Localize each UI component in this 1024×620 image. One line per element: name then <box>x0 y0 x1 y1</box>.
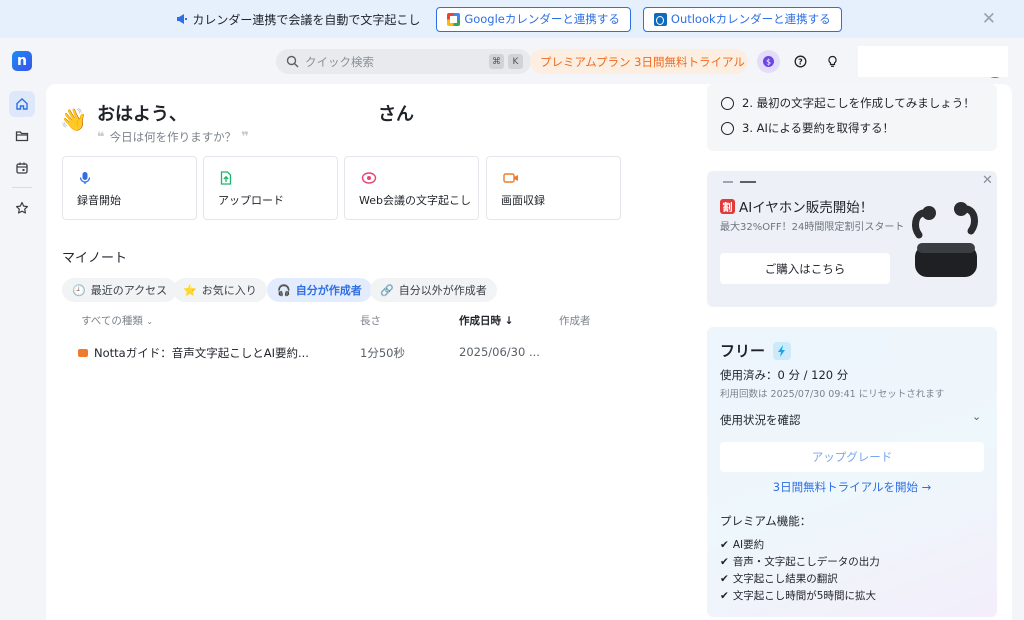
check-icon: ✔ <box>720 538 729 551</box>
lightning-icon <box>773 341 792 360</box>
purchase-button[interactable]: ご購入はこちら <box>720 253 890 284</box>
link-icon: 🔗 <box>380 283 394 297</box>
clock-icon: 🕘 <box>72 283 86 297</box>
web-meeting-card[interactable]: Web会議の文字起こし <box>344 156 479 220</box>
premium-trial-pill[interactable]: プレミアムプラン 3日間無料トライアル <box>530 49 748 74</box>
record-card[interactable]: 録音開始 <box>62 156 197 220</box>
sidebar-calendar[interactable] <box>9 155 35 181</box>
chevron-down-icon: ⌄ <box>146 317 153 326</box>
upgrade-button[interactable]: アップグレード <box>720 442 984 472</box>
megaphone-icon <box>177 14 188 24</box>
meeting-icon <box>361 172 377 184</box>
filter-favorites[interactable]: ⭐ お気に入り <box>173 278 267 302</box>
promo-close-icon[interactable]: ✕ <box>982 173 993 188</box>
note-title: Nottaガイド：音声文字起こしとAI要約... <box>94 346 309 360</box>
promo-title: 割 AIイヤホン販売開始！ <box>720 196 873 216</box>
reset-text: 利用回数は 2025/07/30 09:41 にリセットされます <box>720 389 945 400</box>
check-icon: ✔ <box>720 589 729 602</box>
folder-icon <box>15 131 29 142</box>
calendar-icon <box>16 162 28 174</box>
feature-item: ✔ AI要約 <box>720 538 765 552</box>
calendar-banner: カレンダー連携で会議を自動で文字起こし Googleカレンダーと連携する Out… <box>0 0 1024 38</box>
sidebar-folders[interactable] <box>9 123 35 149</box>
check-icon: ✔ <box>720 572 729 585</box>
circle-icon <box>721 121 734 135</box>
banner-close-icon[interactable]: ✕ <box>982 9 996 29</box>
column-creator[interactable]: 作成者 <box>559 313 591 328</box>
outlook-calendar-button[interactable]: Outlookカレンダーと連携する <box>642 6 842 32</box>
premium-features-title: プレミアム機能： <box>720 514 812 528</box>
chevron-down-icon[interactable]: ⌄ <box>972 410 981 423</box>
quote-open-icon: ❝ <box>97 129 105 145</box>
my-notes-title: マイノート <box>62 251 128 266</box>
microphone-icon <box>79 172 91 184</box>
shortcut-k: K <box>508 54 523 69</box>
sort-down-icon: ↓ <box>504 315 514 327</box>
greeting-suffix: さん <box>378 104 414 125</box>
star-icon: ⭐ <box>183 283 197 297</box>
upload-card[interactable]: アップロード <box>203 156 338 220</box>
outlook-icon <box>653 12 667 26</box>
start-trial-link[interactable]: 3日間無料トライアルを開始 → <box>720 479 984 495</box>
carousel-dot[interactable] <box>723 181 733 183</box>
feature-item: ✔ 音声・文字起こしデータの出力 <box>720 555 880 569</box>
svg-text:?: ? <box>798 57 803 66</box>
circle-icon <box>721 96 734 110</box>
quote-close-icon: ❞ <box>241 129 249 145</box>
usage-text: 使用済み：0 分 / 120 分 <box>720 368 849 382</box>
headphones-icon: 🎧 <box>277 283 291 297</box>
coin-button[interactable]: $ <box>757 50 780 73</box>
sidebar-home[interactable] <box>9 91 35 117</box>
sidebar-divider <box>12 187 32 188</box>
earbuds-image <box>912 202 978 277</box>
search-icon <box>286 55 299 68</box>
feature-item: ✔ 文字起こし時間が5時間に拡大 <box>720 589 876 603</box>
waving-hand-icon: 👋 <box>60 108 88 133</box>
help-button[interactable]: ? <box>789 50 812 73</box>
tips-button[interactable] <box>821 50 844 73</box>
plan-title: フリー <box>720 340 792 361</box>
greeting-question: ❝ 今日は何を作りますか？ ❞ <box>97 129 249 145</box>
shortcut-cmd: ⌘ <box>489 54 504 69</box>
video-camera-icon <box>503 173 518 183</box>
column-created[interactable]: 作成日時 ↓ <box>459 313 513 328</box>
search-placeholder: クイック検索 <box>305 54 374 69</box>
filter-recent[interactable]: 🕘 最近のアクセス <box>62 278 178 302</box>
svg-text:$: $ <box>766 58 771 67</box>
banner-message: カレンダー連携で会議を自動で文字起こし <box>176 11 420 28</box>
check-icon: ✔ <box>720 555 729 568</box>
note-length: 1分50秒 <box>360 346 405 360</box>
greeting-title: おはよう、 <box>97 104 187 125</box>
sidebar-favorites[interactable] <box>9 195 35 221</box>
dollar-icon: $ <box>763 56 774 67</box>
filter-others[interactable]: 🔗 自分以外が作成者 <box>370 278 497 302</box>
recording-icon <box>78 349 88 357</box>
notta-logo[interactable]: n <box>12 51 32 71</box>
google-calendar-icon <box>447 12 461 26</box>
star-icon <box>15 201 29 214</box>
filter-mine[interactable]: 🎧 自分が作成者 <box>267 278 372 302</box>
help-icon: ? <box>794 55 807 68</box>
lightbulb-icon <box>828 55 837 67</box>
column-length[interactable]: 長さ <box>360 313 381 328</box>
discount-badge: 割 <box>720 198 735 214</box>
google-calendar-button[interactable]: Googleカレンダーと連携する <box>436 6 631 32</box>
check-usage[interactable]: 使用状況を確認 <box>720 412 801 428</box>
todo-item-2[interactable]: 2. 最初の文字起こしを作成してみましょう！ <box>721 95 975 111</box>
upload-icon <box>220 171 232 185</box>
todo-item-3[interactable]: 3. AIによる要約を取得する！ <box>721 120 894 136</box>
account-area[interactable] <box>858 46 1008 77</box>
feature-item: ✔ 文字起こし結果の翻訳 <box>720 572 838 586</box>
home-icon <box>16 98 28 110</box>
table-row[interactable]: Nottaガイド：音声文字起こしとAI要約... <box>78 345 309 361</box>
screen-record-card[interactable]: 画面収録 <box>486 156 621 220</box>
note-created: 2025/06/30 ... <box>459 345 540 359</box>
column-type[interactable]: すべての種類 ⌄ <box>81 313 153 328</box>
promo-subtitle: 最大32%OFF！24時間限定割引スタート <box>720 222 905 233</box>
carousel-dot-active[interactable] <box>740 181 756 183</box>
